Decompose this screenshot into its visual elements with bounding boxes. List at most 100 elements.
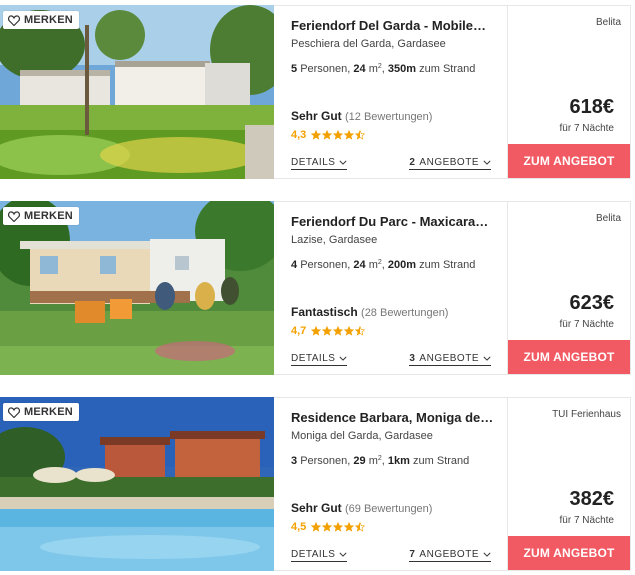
listing-facts: 3 Personen, 29 m2, 1km zum Strand <box>291 455 470 467</box>
listing-info: Feriendorf Du Parc - Maxicara… Lazise, G… <box>274 201 507 375</box>
star-icon <box>355 130 366 140</box>
price: 623€ <box>569 292 615 314</box>
persons-count: 3 <box>291 455 298 467</box>
chevron-down-icon <box>339 356 347 361</box>
star-icon <box>333 326 344 336</box>
heart-icon <box>8 210 20 222</box>
star-icon <box>311 130 322 140</box>
star-icon <box>344 130 355 140</box>
beach-distance: 1km <box>387 455 410 467</box>
zum-angebot-button[interactable]: ZUM ANGEBOT <box>508 144 630 178</box>
offers-toggle[interactable]: 2 ANGEBOTE <box>409 157 491 170</box>
details-toggle[interactable]: DETAILS <box>291 549 348 562</box>
persons-word: Personen, <box>300 259 351 271</box>
zum-angebot-button[interactable]: ZUM ANGEBOT <box>508 536 630 570</box>
offers-count: 3 <box>409 353 416 364</box>
listing-info: Feriendorf Del Garda - Mobile… Peschiera… <box>274 5 507 179</box>
rating: Sehr Gut (69 Bewertungen) <box>291 501 432 515</box>
to-beach: zum Strand <box>419 259 476 271</box>
rating-label: Sehr Gut <box>291 501 342 515</box>
price-panel: TUI Ferienhaus 382€ für 7 Nächte ZUM ANG… <box>507 397 631 571</box>
listing-title[interactable]: Feriendorf Del Garda - Mobile… <box>291 18 496 33</box>
offers-toggle[interactable]: 3 ANGEBOTE <box>409 353 491 366</box>
listing-location: Lazise, Gardasee <box>291 234 378 246</box>
provider-name: Belita <box>595 213 621 224</box>
price: 618€ <box>569 96 615 118</box>
review-count: (28 Bewertungen) <box>361 307 449 319</box>
details-toggle[interactable]: DETAILS <box>291 157 348 170</box>
star-icon <box>333 522 344 532</box>
chevron-down-icon <box>483 356 491 361</box>
details-toggle[interactable]: DETAILS <box>291 353 348 366</box>
score-value: 4,7 <box>291 325 307 337</box>
details-label: DETAILS <box>291 549 336 560</box>
chevron-down-icon <box>483 552 491 557</box>
listing-title[interactable]: Residence Barbara, Moniga de… <box>291 410 496 425</box>
listing-location: Moniga del Garda, Gardasee <box>291 430 433 442</box>
score: 4,7 <box>291 325 366 337</box>
rating-label: Fantastisch <box>291 305 358 319</box>
listing-photo[interactable]: MERKEN <box>0 5 274 179</box>
heart-icon <box>8 14 20 26</box>
persons-count: 4 <box>291 259 298 271</box>
star-icon <box>333 130 344 140</box>
listing-title[interactable]: Feriendorf Du Parc - Maxicara… <box>291 214 496 229</box>
price-panel: Belita 618€ für 7 Nächte ZUM ANGEBOT <box>507 5 631 179</box>
provider-name: TUI Ferienhaus <box>552 409 621 420</box>
chevron-down-icon <box>339 552 347 557</box>
rating-label: Sehr Gut <box>291 109 342 123</box>
score: 4,3 <box>291 129 366 141</box>
merken-button[interactable]: MERKEN <box>3 403 79 421</box>
score-value: 4,3 <box>291 129 307 141</box>
merken-label: MERKEN <box>24 14 73 26</box>
area-unit: m <box>368 455 378 467</box>
star-icon <box>311 326 322 336</box>
heart-icon <box>8 406 20 418</box>
price-duration: für 7 Nächte <box>559 123 614 134</box>
price-duration: für 7 Nächte <box>559 319 614 330</box>
star-rating <box>311 130 366 140</box>
merken-button[interactable]: MERKEN <box>3 11 79 29</box>
score: 4,5 <box>291 521 366 533</box>
to-beach: zum Strand <box>419 63 476 75</box>
listing-photo[interactable]: MERKEN <box>0 201 274 375</box>
provider-name: Belita <box>595 17 621 28</box>
star-icon <box>344 326 355 336</box>
listing-card: MERKEN Residence Barbara, Moniga de… Mon… <box>0 397 631 573</box>
star-icon <box>344 522 355 532</box>
listing-info: Residence Barbara, Moniga de… Moniga del… <box>274 397 507 571</box>
rating: Sehr Gut (12 Bewertungen) <box>291 109 432 123</box>
star-icon <box>322 326 333 336</box>
offers-toggle[interactable]: 7 ANGEBOTE <box>409 549 491 562</box>
offers-count: 2 <box>409 157 416 168</box>
zum-angebot-button[interactable]: ZUM ANGEBOT <box>508 340 630 374</box>
score-value: 4,5 <box>291 521 307 533</box>
listing-location: Peschiera del Garda, Gardasee <box>291 38 446 50</box>
listing-card: MERKEN Feriendorf Du Parc - Maxicara… La… <box>0 201 631 377</box>
rating: Fantastisch (28 Bewertungen) <box>291 305 448 319</box>
price-panel: Belita 623€ für 7 Nächte ZUM ANGEBOT <box>507 201 631 375</box>
chevron-down-icon <box>483 160 491 165</box>
persons-count: 5 <box>291 63 298 75</box>
star-icon <box>322 130 333 140</box>
merken-label: MERKEN <box>24 210 73 222</box>
details-label: DETAILS <box>291 353 336 364</box>
star-rating <box>311 522 366 532</box>
star-rating <box>311 326 366 336</box>
persons-word: Personen, <box>300 455 351 467</box>
beach-distance: 200m <box>387 259 417 271</box>
persons-word: Personen, <box>300 63 351 75</box>
star-icon <box>311 522 322 532</box>
area-unit: m <box>368 63 378 75</box>
merken-button[interactable]: MERKEN <box>3 207 79 225</box>
listing-photo[interactable]: MERKEN <box>0 397 274 571</box>
star-icon <box>322 522 333 532</box>
area-unit: m <box>368 259 378 271</box>
review-count: (69 Bewertungen) <box>345 503 433 515</box>
details-label: DETAILS <box>291 157 336 168</box>
price: 382€ <box>569 488 615 510</box>
listing-facts: 5 Personen, 24 m2, 350m zum Strand <box>291 63 476 75</box>
area-value: 24 <box>353 259 366 271</box>
beach-distance: 350m <box>387 63 417 75</box>
area-value: 24 <box>353 63 366 75</box>
